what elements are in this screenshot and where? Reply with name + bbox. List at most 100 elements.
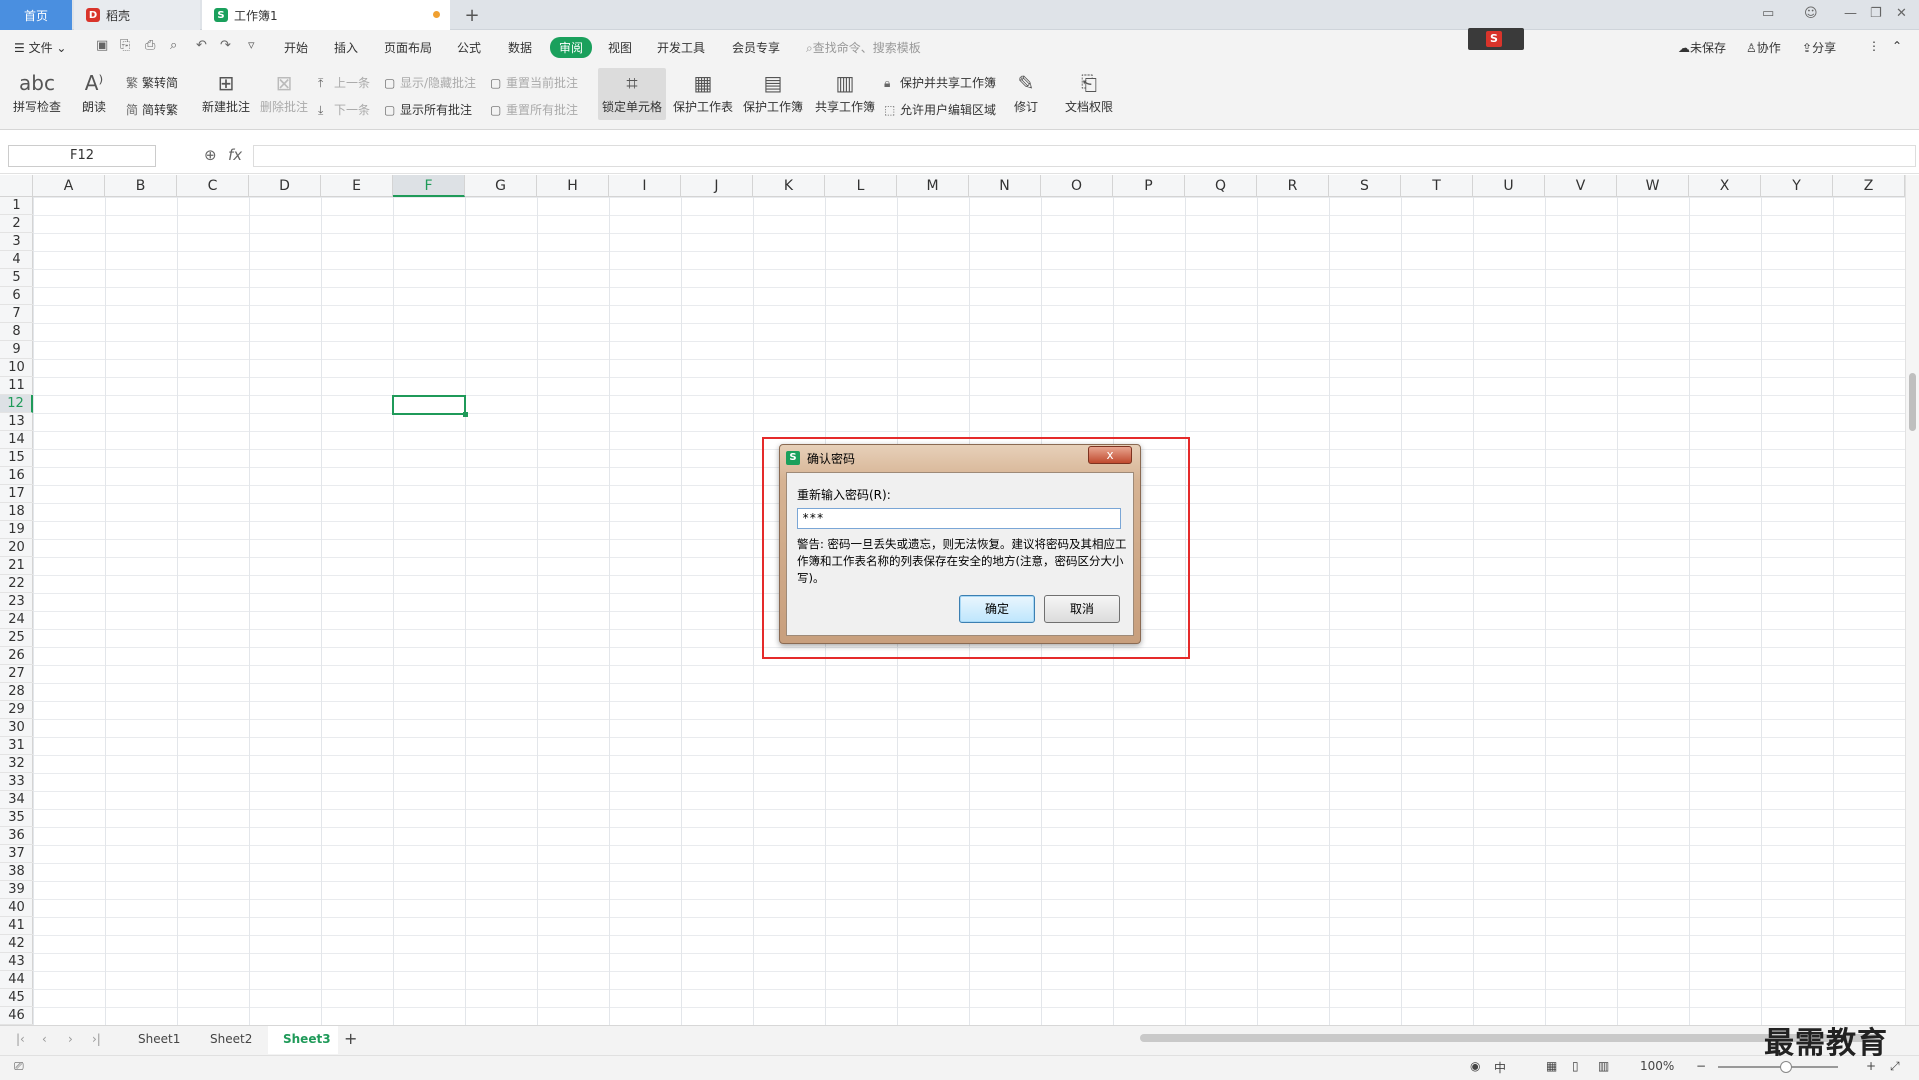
delete-comment-button[interactable]: ⊠ 删除批注 xyxy=(258,72,310,115)
row-header-31[interactable]: 31 xyxy=(0,737,33,755)
protect-workbook-button[interactable]: ▤ 保护工作簿 xyxy=(742,72,804,115)
next-sheet-icon[interactable]: › xyxy=(68,1032,73,1046)
row-header-19[interactable]: 19 xyxy=(0,521,33,539)
row-header-3[interactable]: 3 xyxy=(0,233,33,251)
menu-data[interactable]: 数据 xyxy=(508,39,532,56)
lock-cell-button[interactable]: ⌗ 锁定单元格 xyxy=(598,68,666,120)
sheet-tab-2[interactable]: Sheet2 xyxy=(210,1032,252,1046)
column-header-v[interactable]: V xyxy=(1545,175,1617,197)
row-header-17[interactable]: 17 xyxy=(0,485,33,503)
collapse-ribbon-icon[interactable]: ⌃ xyxy=(1892,39,1902,53)
row-header-22[interactable]: 22 xyxy=(0,575,33,593)
row-header-11[interactable]: 11 xyxy=(0,377,33,395)
row-header-10[interactable]: 10 xyxy=(0,359,33,377)
column-header-x[interactable]: X xyxy=(1689,175,1761,197)
selected-cell-f12[interactable] xyxy=(392,395,468,417)
row-header-33[interactable]: 33 xyxy=(0,773,33,791)
ok-button[interactable]: 确定 xyxy=(959,595,1035,623)
column-header-a[interactable]: A xyxy=(33,175,105,197)
column-header-d[interactable]: D xyxy=(249,175,321,197)
row-header-45[interactable]: 45 xyxy=(0,989,33,1007)
column-header-q[interactable]: Q xyxy=(1185,175,1257,197)
zoom-slider-knob[interactable] xyxy=(1780,1061,1792,1073)
row-header-41[interactable]: 41 xyxy=(0,917,33,935)
column-header-r[interactable]: R xyxy=(1257,175,1329,197)
read-aloud-button[interactable]: A⁾ 朗读 xyxy=(76,72,112,115)
eye-protect-icon[interactable]: ◉ xyxy=(1470,1059,1480,1073)
row-header-9[interactable]: 9 xyxy=(0,341,33,359)
row-header-35[interactable]: 35 xyxy=(0,809,33,827)
row-header-39[interactable]: 39 xyxy=(0,881,33,899)
column-header-i[interactable]: I xyxy=(609,175,681,197)
row-header-34[interactable]: 34 xyxy=(0,791,33,809)
new-tab-button[interactable]: + xyxy=(458,0,486,30)
macro-icon[interactable]: ⎚ xyxy=(14,1059,24,1074)
select-all-corner[interactable] xyxy=(0,175,33,197)
password-field[interactable]: *** xyxy=(797,508,1121,529)
normal-view-icon[interactable]: ▦ xyxy=(1546,1059,1557,1073)
dialog-close-button[interactable]: x xyxy=(1088,446,1132,464)
window-layout-icon[interactable]: ▭ xyxy=(1762,6,1774,21)
column-header-e[interactable]: E xyxy=(321,175,393,197)
last-sheet-icon[interactable]: ›| xyxy=(92,1032,101,1046)
share-workbook-button[interactable]: ▥ 共享工作簿 xyxy=(814,72,876,115)
row-header-40[interactable]: 40 xyxy=(0,899,33,917)
protect-share-workbook-button[interactable]: 🔒︎ 保护并共享工作簿 xyxy=(884,74,996,91)
next-comment-button[interactable]: ⤓ 下一条 xyxy=(318,101,370,118)
row-header-12[interactable]: 12 xyxy=(0,395,33,413)
column-header-w[interactable]: W xyxy=(1617,175,1689,197)
new-comment-button[interactable]: ⊞ 新建批注 xyxy=(200,72,252,115)
more-quick-icon[interactable]: ▿ xyxy=(248,38,255,53)
menu-dev-tools[interactable]: 开发工具 xyxy=(657,39,705,56)
row-header-46[interactable]: 46 xyxy=(0,1007,33,1025)
menu-start[interactable]: 开始 xyxy=(284,39,308,56)
column-header-c[interactable]: C xyxy=(177,175,249,197)
row-header-4[interactable]: 4 xyxy=(0,251,33,269)
column-header-t[interactable]: T xyxy=(1401,175,1473,197)
row-header-25[interactable]: 25 xyxy=(0,629,33,647)
column-header-u[interactable]: U xyxy=(1473,175,1545,197)
row-header-36[interactable]: 36 xyxy=(0,827,33,845)
column-header-y[interactable]: Y xyxy=(1761,175,1833,197)
row-header-32[interactable]: 32 xyxy=(0,755,33,773)
column-header-z[interactable]: Z xyxy=(1833,175,1905,197)
menu-member[interactable]: 会员专享 xyxy=(732,39,780,56)
column-header-b[interactable]: B xyxy=(105,175,177,197)
row-header-20[interactable]: 20 xyxy=(0,539,33,557)
sheet-tab-1[interactable]: Sheet1 xyxy=(138,1032,180,1046)
row-header-26[interactable]: 26 xyxy=(0,647,33,665)
row-header-16[interactable]: 16 xyxy=(0,467,33,485)
close-window-icon[interactable]: ✕ xyxy=(1896,6,1907,21)
minimize-icon[interactable]: — xyxy=(1844,6,1857,21)
name-box[interactable]: F12 xyxy=(8,145,156,167)
prev-sheet-icon[interactable]: ‹ xyxy=(42,1032,47,1046)
row-header-27[interactable]: 27 xyxy=(0,665,33,683)
reset-all-comments-button[interactable]: ▢ 重置所有批注 xyxy=(490,101,578,118)
row-header-18[interactable]: 18 xyxy=(0,503,33,521)
prev-comment-button[interactable]: ⤒ 上一条 xyxy=(318,74,370,91)
more-options-icon[interactable]: ⋮ xyxy=(1868,39,1880,53)
row-header-1[interactable]: 1 xyxy=(0,197,33,215)
row-header-23[interactable]: 23 xyxy=(0,593,33,611)
row-header-14[interactable]: 14 xyxy=(0,431,33,449)
avatar[interactable]: ☺ xyxy=(1804,6,1818,21)
zoom-out-icon[interactable]: − xyxy=(1696,1059,1706,1073)
column-header-m[interactable]: M xyxy=(897,175,969,197)
row-header-7[interactable]: 7 xyxy=(0,305,33,323)
menu-formula[interactable]: 公式 xyxy=(457,39,481,56)
add-sheet-icon[interactable]: + xyxy=(344,1029,357,1048)
page-break-view-icon[interactable]: ▥ xyxy=(1598,1059,1609,1073)
page-layout-view-icon[interactable]: ▯ xyxy=(1572,1059,1579,1073)
zoom-level[interactable]: 100% xyxy=(1640,1059,1674,1073)
revise-button[interactable]: ✎ 修订 xyxy=(1008,72,1044,115)
row-header-13[interactable]: 13 xyxy=(0,413,33,431)
row-header-5[interactable]: 5 xyxy=(0,269,33,287)
row-header-29[interactable]: 29 xyxy=(0,701,33,719)
trad-to-simp-button[interactable]: 繁繁转简 xyxy=(126,74,178,91)
command-search[interactable]: ⌕查找命令、搜索模板 xyxy=(806,39,921,56)
spell-check-button[interactable]: abc 拼写检查 xyxy=(10,72,64,115)
column-header-g[interactable]: G xyxy=(465,175,537,197)
row-header-38[interactable]: 38 xyxy=(0,863,33,881)
save-icon[interactable]: ▣ xyxy=(96,38,108,53)
protect-sheet-button[interactable]: ▦ 保护工作表 xyxy=(672,72,734,115)
